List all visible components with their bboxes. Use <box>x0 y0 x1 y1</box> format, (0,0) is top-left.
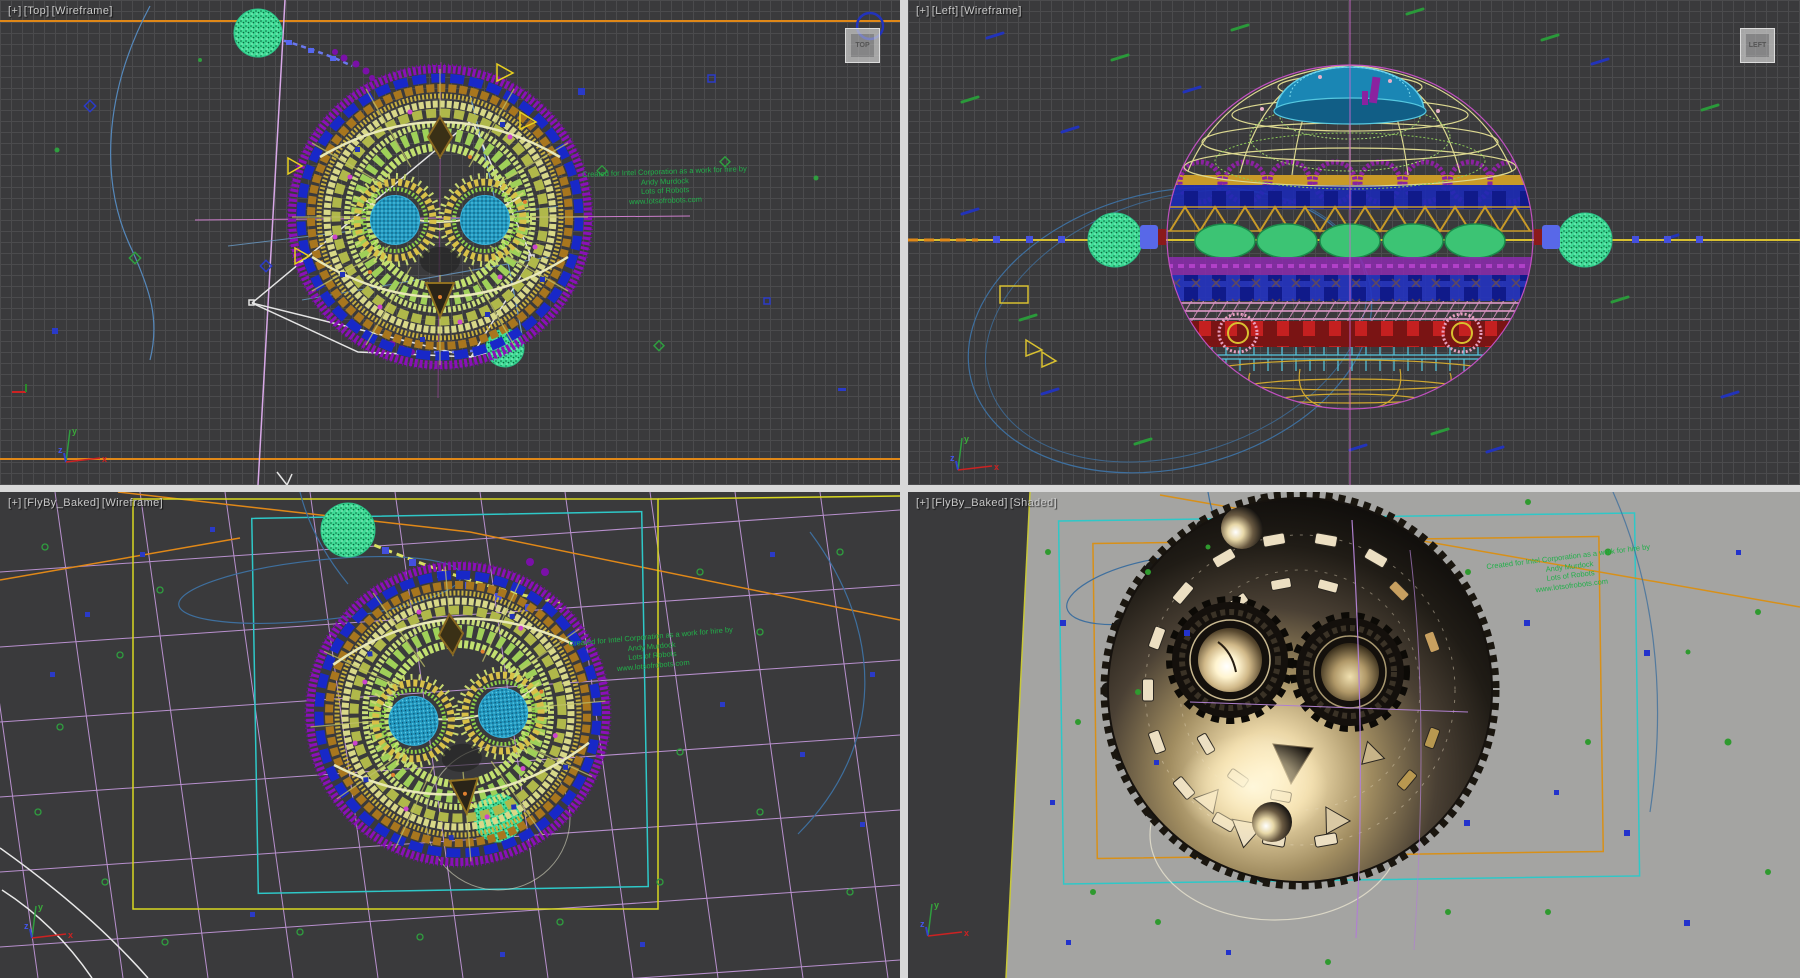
viewport-flyby-wireframe[interactable]: [+][FlyBy_Baked][Wireframe] Created for … <box>0 492 900 978</box>
viewport-top[interactable]: [+][Top][Wireframe] TOP Created for Inte… <box>0 0 900 485</box>
viewcube[interactable]: LEFT <box>1740 28 1775 63</box>
green-sphere-left[interactable] <box>1088 213 1142 267</box>
viewport-flyby-wireframe-canvas[interactable] <box>0 492 900 978</box>
green-sphere-top[interactable] <box>321 503 375 557</box>
viewport-menu-pov[interactable]: [FlyBy_Baked] <box>932 497 1008 509</box>
viewport-label: [+][Top][Wireframe] <box>8 5 115 17</box>
viewport-label: [+][Left][Wireframe] <box>916 5 1024 17</box>
quad-viewport-stage: y z x <box>0 0 1800 978</box>
viewport-menu-general[interactable]: [+] <box>916 497 930 509</box>
viewport-flyby-shaded[interactable]: [+][FlyBy_Baked][Shaded] Created for Int… <box>908 492 1800 978</box>
viewport-menu-pov[interactable]: [Top] <box>24 5 50 17</box>
viewport-menu-general[interactable]: [+] <box>8 497 22 509</box>
viewport-menu-shading[interactable]: [Wireframe] <box>52 5 113 17</box>
viewport-menu-shading[interactable]: [Wireframe] <box>961 5 1022 17</box>
viewport-left-canvas[interactable] <box>908 0 1800 485</box>
viewport-menu-general[interactable]: [+] <box>916 5 930 17</box>
viewport-menu-shading[interactable]: [Shaded] <box>1010 497 1057 509</box>
viewport-label: [+][FlyBy_Baked][Shaded] <box>916 497 1059 509</box>
shiny-sphere-bottom[interactable] <box>1252 802 1292 842</box>
green-sphere-top[interactable] <box>234 9 282 57</box>
watermark-text: Created for Intel Corporation as a work … <box>564 164 765 209</box>
viewport-label: [+][FlyBy_Baked][Wireframe] <box>8 497 165 509</box>
viewport-menu-pov[interactable]: [Left] <box>932 5 959 17</box>
viewport-menu-shading[interactable]: [Wireframe] <box>102 497 163 509</box>
viewport-menu-pov[interactable]: [FlyBy_Baked] <box>24 497 100 509</box>
viewcube[interactable]: TOP <box>845 28 880 63</box>
green-sphere-right[interactable] <box>1558 213 1612 267</box>
viewport-menu-general[interactable]: [+] <box>8 5 22 17</box>
shiny-sphere-top[interactable] <box>1221 507 1263 549</box>
viewport-splitter-horizontal[interactable] <box>0 485 1800 492</box>
viewport-top-canvas[interactable] <box>0 0 900 485</box>
viewport-left[interactable]: [+][Left][Wireframe] LEFT <box>908 0 1800 485</box>
